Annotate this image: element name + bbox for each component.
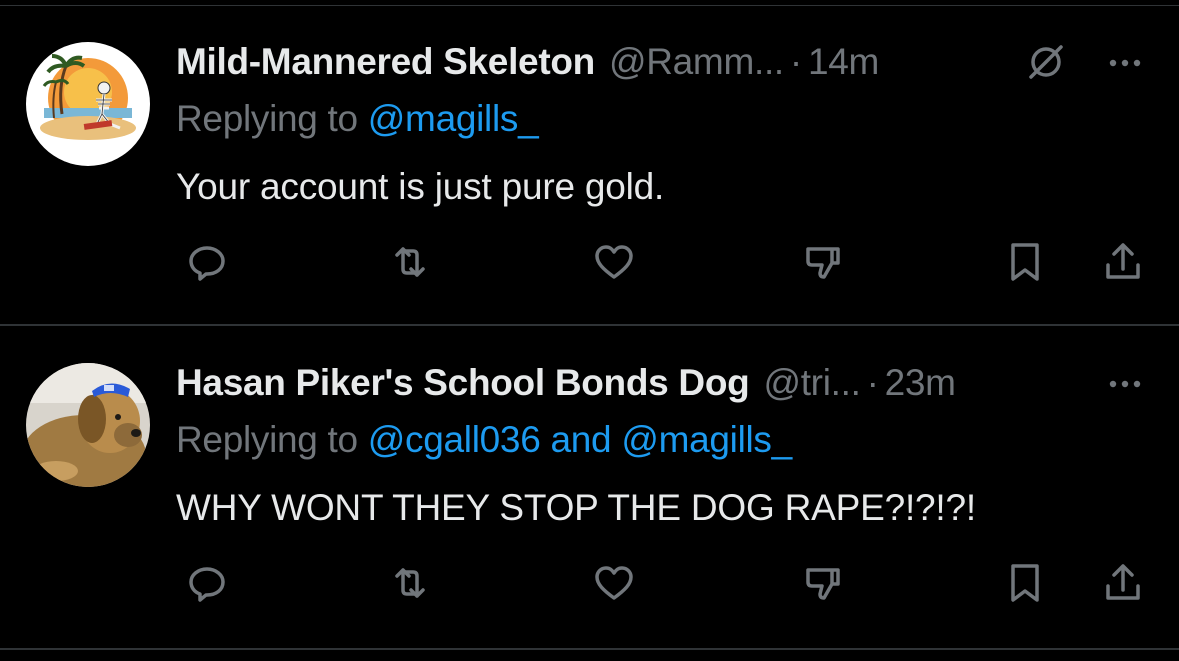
reply-button[interactable]: [180, 556, 234, 610]
mention-conjunction: and: [550, 419, 612, 460]
top-divider: [0, 5, 1179, 6]
dislike-button[interactable]: [796, 556, 850, 610]
reply-tweet[interactable]: Mild-Mannered Skeleton @Ramm... · 14m Re…: [0, 40, 1179, 320]
tweet-divider: [0, 324, 1179, 326]
like-icon: [595, 566, 633, 600]
share-icon: [1106, 243, 1140, 279]
display-name[interactable]: Mild-Mannered Skeleton: [176, 41, 595, 83]
tweet-header: Mild-Mannered Skeleton @Ramm... · 14m: [176, 40, 879, 84]
timestamp[interactable]: 23m: [885, 362, 956, 404]
bookmark-button[interactable]: [998, 235, 1052, 289]
timestamp[interactable]: 14m: [808, 41, 879, 83]
retweet-button[interactable]: [383, 235, 437, 289]
dislike-button[interactable]: [796, 235, 850, 289]
tweet-text: WHY WONT THEY STOP THE DOG RAPE?!?!?!: [176, 487, 976, 528]
tweet-header: Hasan Piker's School Bonds Dog @tri... ·…: [176, 361, 956, 405]
share-icon: [1106, 564, 1140, 600]
dog-with-cap-avatar: [26, 363, 150, 487]
share-button[interactable]: [1096, 556, 1150, 610]
dot-separator: ·: [866, 362, 879, 403]
share-button[interactable]: [1096, 235, 1150, 289]
reply-tweet[interactable]: Hasan Piker's School Bonds Dog @tri... ·…: [0, 361, 1179, 641]
retweet-icon: [395, 568, 425, 598]
skeleton-on-beach-avatar: [26, 42, 150, 166]
more-options-icon[interactable]: [1104, 369, 1148, 399]
tweet-text: Your account is just pure gold.: [176, 166, 665, 207]
more-options-icon[interactable]: [1104, 48, 1148, 78]
avatar[interactable]: [26, 363, 150, 487]
reply-button[interactable]: [180, 235, 234, 289]
reply-icon: [189, 567, 225, 602]
like-icon: [595, 245, 633, 279]
mention-link[interactable]: @magills_: [368, 98, 539, 139]
display-name[interactable]: Hasan Piker's School Bonds Dog: [176, 362, 750, 404]
user-handle[interactable]: @tri...: [763, 362, 860, 404]
bookmark-icon: [1011, 243, 1039, 281]
dot-separator: ·: [789, 41, 802, 82]
avatar[interactable]: [26, 42, 150, 166]
replying-to: Replying to @cgall036 and @magills_: [176, 419, 792, 461]
replying-prefix: Replying to: [176, 419, 358, 460]
user-handle[interactable]: @Ramm...: [609, 41, 784, 83]
replying-prefix: Replying to: [176, 98, 358, 139]
like-button[interactable]: [587, 235, 641, 289]
reply-icon: [189, 246, 225, 281]
grok-icon[interactable]: [1024, 40, 1068, 84]
like-button[interactable]: [587, 556, 641, 610]
mention-link[interactable]: @cgall036: [368, 419, 541, 460]
mention-link[interactable]: @magills_: [621, 419, 792, 460]
retweet-icon: [395, 247, 425, 277]
dislike-icon: [806, 247, 840, 279]
tweet-divider: [0, 648, 1179, 650]
bookmark-icon: [1011, 564, 1039, 602]
bookmark-button[interactable]: [998, 556, 1052, 610]
dislike-icon: [806, 568, 840, 600]
retweet-button[interactable]: [383, 556, 437, 610]
replying-to: Replying to @magills_: [176, 98, 539, 140]
